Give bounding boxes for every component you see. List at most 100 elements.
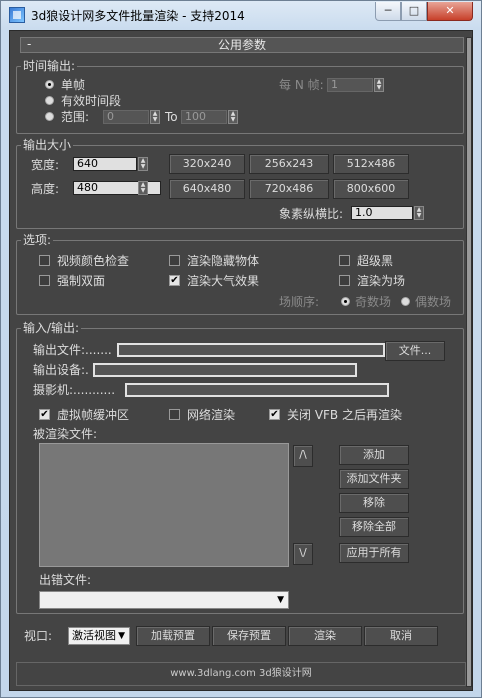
error-file-dropdown[interactable]: ▼	[39, 591, 289, 609]
options-label: 选项:	[21, 233, 54, 247]
io-label: 输入/输出:	[21, 321, 82, 335]
range-from-spinner[interactable]: ▲ ▼	[150, 110, 160, 124]
close-button[interactable]: ✕	[427, 2, 473, 21]
output-file-label: 输出文件:.......	[33, 343, 112, 357]
odd-field-label: 奇数场	[355, 295, 392, 309]
move-down-button[interactable]: \/	[293, 543, 313, 565]
scrollbar-thumb[interactable]	[466, 37, 472, 687]
net-render-checkbox[interactable]	[169, 409, 180, 420]
range-radio[interactable]	[45, 112, 54, 121]
camera-field[interactable]	[125, 383, 389, 397]
error-file-label: 出错文件:	[39, 573, 92, 587]
output-file-field[interactable]	[117, 343, 385, 357]
chevron-down-icon: ▼	[277, 595, 284, 605]
render-fields-label: 渲染为场	[357, 274, 406, 288]
aspect-label: 象素纵横比:	[279, 207, 344, 221]
chevron-down-icon: ▼	[118, 631, 125, 641]
vfb-label: 虚拟帧缓冲区	[57, 408, 130, 422]
time-output-label: 时间输出:	[21, 59, 78, 73]
close-vfb-checkbox[interactable]: ✔	[269, 409, 280, 420]
file-button[interactable]: 文件...	[385, 341, 445, 361]
close-vfb-label: 关闭 VFB 之后再渲染	[287, 408, 402, 422]
render-hidden-label: 渲染隐藏物体	[187, 254, 260, 268]
app-window: 3d狼设计网多文件批量渲染 - 支持2014 ─ □ ✕ - 公用参数 时间输出…	[0, 0, 482, 698]
render-files-label: 被渲染文件:	[33, 427, 98, 441]
load-preset-button[interactable]: 加载预置	[136, 626, 210, 646]
render-button[interactable]: 渲染	[288, 626, 362, 646]
camera-label: 摄影机:...........	[33, 383, 116, 397]
rollout-title: 公用参数	[217, 38, 266, 52]
net-render-label: 网络渲染	[187, 408, 236, 422]
add-folder-button[interactable]: 添加文件夹	[339, 469, 409, 489]
render-atmos-label: 渲染大气效果	[187, 274, 260, 288]
aspect-spinner[interactable]: ▲ ▼	[414, 206, 424, 220]
output-size-label: 输出大小	[21, 138, 74, 152]
scrollbar[interactable]	[466, 37, 472, 687]
app-icon	[9, 7, 25, 23]
viewport-dropdown[interactable]: 激活视图 ▼	[68, 627, 130, 645]
to-label: To	[165, 110, 178, 124]
height-label: 高度:	[31, 182, 60, 196]
minimize-button[interactable]: ─	[375, 2, 401, 21]
range-to-spinner[interactable]: ▲ ▼	[228, 110, 238, 124]
time-output-group: 时间输出: 单帧 有效时间段 范围: 0 ▲ ▼ To 100 ▲ ▼ 每 N 帧:…	[16, 59, 464, 134]
remove-all-button[interactable]: 移除全部	[339, 517, 409, 537]
preset-320x240-button[interactable]: 320x240	[169, 154, 245, 174]
footer-credit: www.3dlang.com 3d狼设计网	[16, 662, 466, 686]
force-2sided-label: 强制双面	[57, 274, 106, 288]
cancel-button[interactable]: 取消	[364, 626, 438, 646]
super-black-label: 超级黑	[357, 254, 394, 268]
output-device-label: 输出设备:.	[33, 363, 89, 377]
bottom-bar: 视口: 激活视图 ▼ 加载预置 保存预置 渲染 取消	[16, 624, 466, 648]
rollout-header[interactable]: - 公用参数	[20, 37, 464, 53]
every-n-input[interactable]: 1	[327, 78, 373, 92]
options-group: 选项: 视频颜色检查 渲染隐藏物体 超级黑 强制双面 ✔ 渲染大气效果 渲染为场…	[16, 233, 464, 315]
viewport-label: 视口:	[24, 629, 53, 643]
maximize-button[interactable]: □	[401, 2, 427, 21]
io-group: 输入/输出: 输出文件:....... 文件... 输出设备:. 摄影机:...…	[16, 321, 464, 614]
preset-800x600-button[interactable]: 800x600	[333, 179, 409, 199]
window-title: 3d狼设计网多文件批量渲染 - 支持2014	[31, 9, 245, 23]
video-color-check-checkbox[interactable]	[39, 255, 50, 266]
preset-640x480-button[interactable]: 640x480	[169, 179, 245, 199]
single-frame-radio[interactable]	[45, 80, 54, 89]
title-bar[interactable]: 3d狼设计网多文件批量渲染 - 支持2014 ─ □ ✕	[1, 1, 481, 29]
render-files-list[interactable]	[39, 443, 289, 567]
width-spinner[interactable]: ▲ ▼	[138, 157, 148, 171]
field-order-label: 场顺序:	[279, 295, 320, 309]
output-size-group: 输出大小 宽度: 640 ▲ ▼ 高度: 480 ▲ ▼ 320x240 256x2…	[16, 138, 464, 229]
aspect-input[interactable]: 1.0	[351, 206, 413, 220]
range-label: 范围:	[61, 110, 90, 124]
collapse-icon: -	[27, 37, 32, 51]
client-area: - 公用参数 时间输出: 单帧 有效时间段 范围: 0 ▲ ▼ To 100 ▲ ▼…	[9, 30, 473, 691]
super-black-checkbox[interactable]	[339, 255, 350, 266]
every-n-label: 每 N 帧:	[279, 78, 324, 92]
apply-all-button[interactable]: 应用于所有	[339, 543, 409, 563]
preset-512x486-button[interactable]: 512x486	[333, 154, 409, 174]
add-button[interactable]: 添加	[339, 445, 409, 465]
height-spinner[interactable]: ▲ ▼	[138, 181, 148, 195]
output-device-field[interactable]	[93, 363, 357, 377]
preset-256x243-button[interactable]: 256x243	[249, 154, 329, 174]
single-frame-label: 单帧	[61, 78, 86, 92]
video-color-check-label: 视频颜色检查	[57, 254, 130, 268]
force-2sided-checkbox[interactable]	[39, 275, 50, 286]
move-up-button[interactable]: /\	[293, 445, 313, 467]
render-fields-checkbox[interactable]	[339, 275, 350, 286]
odd-field-radio[interactable]	[341, 297, 350, 306]
active-segment-label: 有效时间段	[61, 94, 122, 108]
save-preset-button[interactable]: 保存预置	[212, 626, 286, 646]
vfb-checkbox[interactable]: ✔	[39, 409, 50, 420]
range-from-input[interactable]: 0	[103, 110, 149, 124]
render-hidden-checkbox[interactable]	[169, 255, 180, 266]
width-input[interactable]: 640	[73, 157, 137, 171]
active-segment-radio[interactable]	[45, 96, 54, 105]
every-n-spinner[interactable]: ▲ ▼	[374, 78, 384, 92]
even-field-label: 偶数场	[415, 295, 452, 309]
preset-720x486-button[interactable]: 720x486	[249, 179, 329, 199]
render-atmos-checkbox[interactable]: ✔	[169, 275, 180, 286]
width-label: 宽度:	[31, 158, 60, 172]
remove-button[interactable]: 移除	[339, 493, 409, 513]
even-field-radio[interactable]	[401, 297, 410, 306]
range-to-input[interactable]: 100	[181, 110, 227, 124]
